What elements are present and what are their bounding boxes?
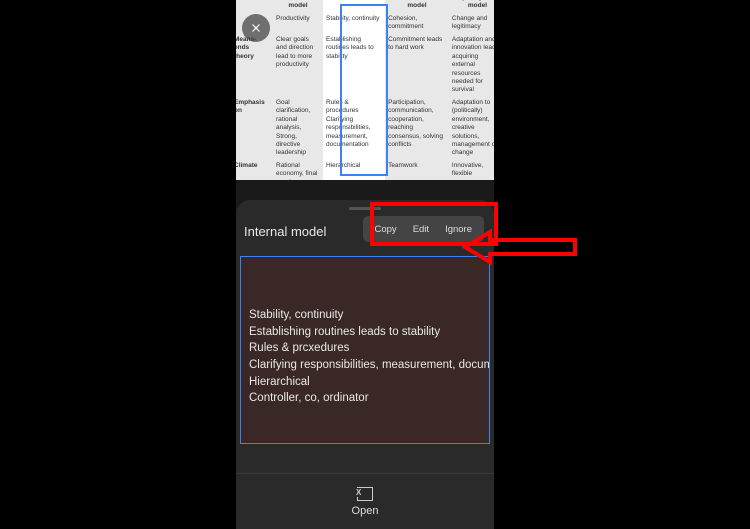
action-pill: Copy Edit Ignore [363,216,485,242]
table-cell: Goal clarification, rational analysis, S… [273,97,323,160]
table-cell: Teamwork [385,160,449,180]
captured-table-image: Rational model Internal model Human rela… [236,0,494,180]
table-cell: Cohesion, commitment [385,13,449,34]
phone-viewport: Rational model Internal model Human rela… [236,0,494,529]
extracted-line: Controller, co, ordinator [249,390,481,407]
col-header: Human relations model [385,0,449,13]
table-cell: Hierarchical [323,160,385,180]
table-cell: Adaptation to (politically) environment,… [449,97,494,160]
open-label: Open [352,505,379,517]
extracted-text-panel[interactable]: Stability, continuity Establishing routi… [240,256,490,444]
row-header: Means-ends theory [236,34,273,97]
table-cell: Innovative, flexible [449,160,494,180]
extracted-line: Establishing routines leads to stability [249,324,481,341]
copy-button[interactable]: Copy [367,220,405,239]
source-table: Rational model Internal model Human rela… [236,0,494,180]
open-button[interactable]: Open [236,473,494,529]
row-header: Emphasis on [236,97,273,160]
table-cell: Productivity [273,13,323,34]
ignore-button[interactable]: Ignore [437,220,480,239]
col-header: Rational model [273,0,323,13]
sheet-header: Internal model Copy Edit Ignore [236,210,494,252]
extracted-line: Rules & prcxedures [249,340,481,357]
extracted-line: Stability, continuity [249,307,481,324]
extracted-line: Hierarchical [249,374,481,391]
col-header: Open system model [449,0,494,13]
close-button[interactable] [242,14,270,42]
extraction-bottom-sheet: Internal model Copy Edit Ignore Stabilit… [236,200,494,529]
table-cell: Establishing routines leads to stability [323,34,385,97]
col-header-selected: Internal model [323,0,385,13]
extracted-line: Clarifying responsibilities, measurement… [249,357,481,374]
table-cell: Clear goals and direction lead to more p… [273,34,323,97]
table-cell: Participation, communication, cooperatio… [385,97,449,160]
excel-icon [357,487,373,501]
row-header: Climate [236,160,273,180]
table-cell: Adaptation and innovation lead to acquir… [449,34,494,97]
table-cell: Stability, continuity [323,13,385,34]
table-cell: Commitment leads to hard work [385,34,449,97]
table-cell: Rational economy, final results [273,160,323,180]
table-cell: Rules & procedures Clarifying responsibi… [323,97,385,160]
table-cell: Change and legitimacy [449,13,494,34]
close-icon [249,21,263,35]
edit-button[interactable]: Edit [405,220,437,239]
